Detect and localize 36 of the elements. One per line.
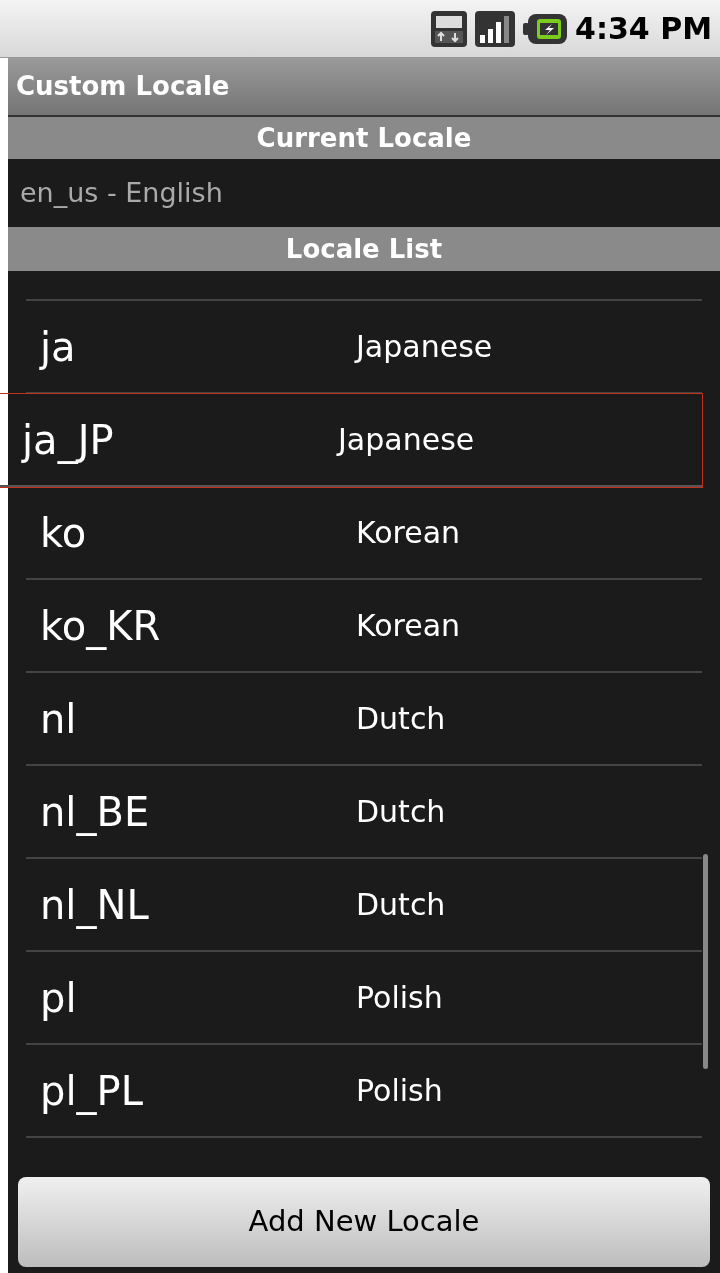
locale-row[interactable]: nl_BE Dutch: [26, 766, 702, 859]
section-title: Current Locale: [256, 121, 472, 155]
add-locale-button[interactable]: Add New Locale: [18, 1177, 710, 1267]
locale-language: Japanese: [338, 421, 475, 459]
clock: 4:34 PM: [575, 10, 712, 48]
section-title: Locale List: [285, 232, 443, 266]
locale-code: nl: [39, 694, 78, 744]
locale-language: Dutch: [356, 793, 446, 831]
locale-code: nl_BE: [39, 787, 151, 838]
locale-row[interactable]: nl Dutch: [26, 673, 702, 766]
signal-icon: [475, 10, 516, 47]
locale-code: ko: [39, 508, 88, 558]
battery-charging-icon: [523, 13, 568, 44]
locale-code: ja_JP: [20, 415, 115, 466]
locale-language: Korean: [356, 514, 461, 552]
locale-row[interactable]: pl_PL Polish: [26, 1045, 702, 1138]
locale-code: ja: [38, 322, 77, 372]
current-locale-value: en_us - English: [20, 175, 223, 210]
locale-row[interactable]: ja Japanese: [26, 301, 702, 394]
locale-row[interactable]: ko_KR Korean: [26, 580, 702, 673]
locale-code: ko_KR: [39, 601, 162, 652]
locale-code: pl: [39, 973, 78, 1023]
locale-language: Japanese: [356, 328, 493, 366]
locale-language: Dutch: [356, 700, 446, 738]
locale-code: nl_NL: [39, 880, 150, 931]
locale-code: pl_PL: [39, 1066, 144, 1117]
locale-row[interactable]: ja_JP Japanese: [0, 394, 702, 487]
locale-language: Polish: [356, 1072, 443, 1110]
window-title: Custom Locale: [16, 70, 230, 103]
locale-row[interactable]: pl Polish: [26, 952, 702, 1045]
locale-row[interactable]: nl_NL Dutch: [26, 859, 702, 952]
locale-language: Polish: [356, 979, 443, 1017]
locale-language: Dutch: [356, 886, 446, 924]
locale-row[interactable]: ko Korean: [26, 487, 702, 580]
locale-language: Korean: [356, 607, 461, 645]
3g-data-icon: [431, 10, 468, 47]
